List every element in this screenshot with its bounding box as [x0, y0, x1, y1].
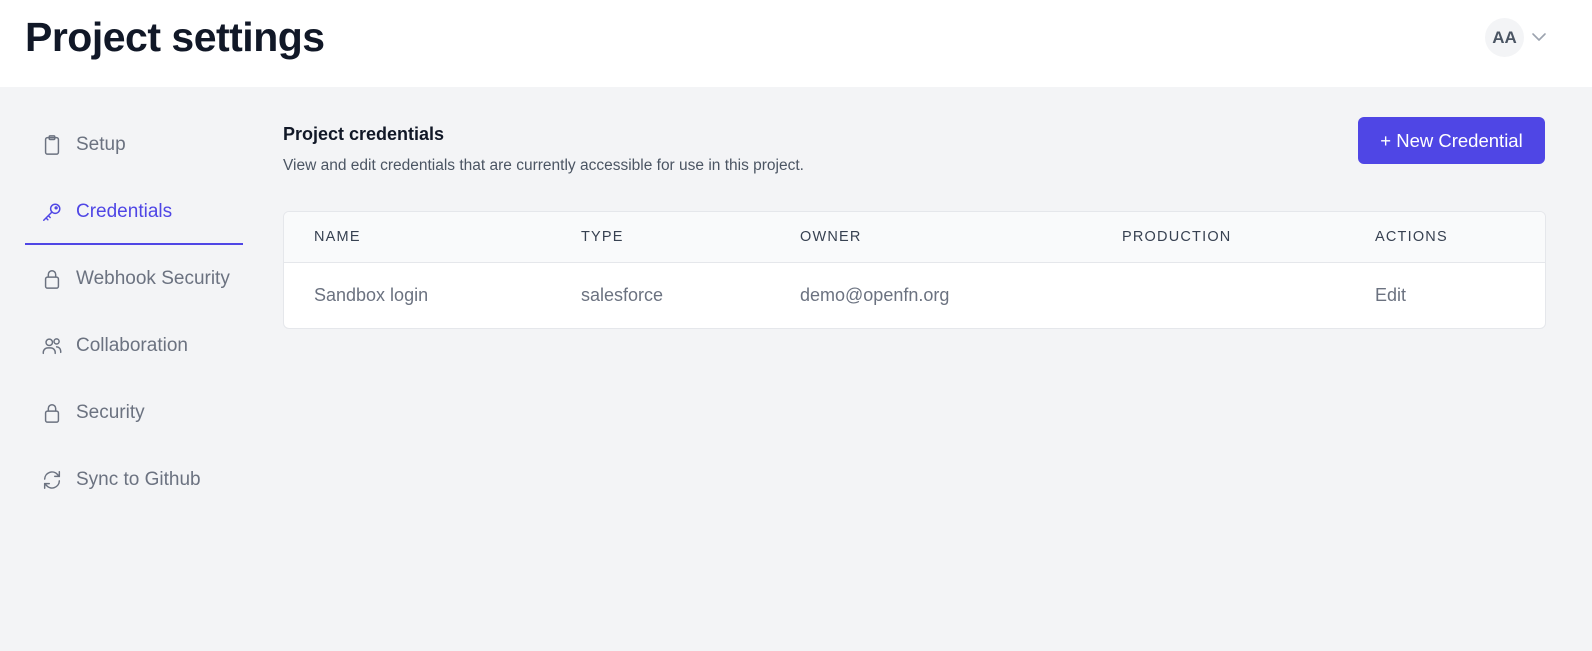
user-avatar[interactable]: AA [1485, 18, 1524, 57]
sidebar-item-setup[interactable]: Setup [25, 111, 243, 178]
sidebar-item-credentials[interactable]: Credentials [25, 178, 243, 245]
sync-icon [41, 469, 63, 491]
users-icon [41, 335, 63, 357]
credential-owner: demo@openfn.org [800, 285, 950, 305]
sidebar-item-label: Collaboration [76, 334, 188, 356]
sidebar-item-sync-to-github[interactable]: Sync to Github [25, 446, 243, 513]
clipboard-icon [41, 134, 63, 156]
sidebar-item-label: Credentials [76, 200, 173, 222]
settings-sidebar: Setup Credentials Webhook Security Colla… [25, 111, 243, 513]
sidebar-item-security[interactable]: Security [25, 379, 243, 446]
page-title: Project settings [25, 14, 325, 60]
sidebar-item-label: Setup [76, 133, 126, 155]
credential-name: Sandbox login [314, 285, 429, 305]
section-description: View and edit credentials that are curre… [283, 157, 804, 174]
column-header-name: Name [314, 229, 361, 245]
column-header-actions: Actions [1375, 229, 1448, 245]
sidebar-item-label: Webhook Security [76, 267, 230, 289]
column-header-owner: Owner [800, 229, 862, 245]
lock-icon [41, 402, 63, 424]
key-icon [41, 201, 63, 223]
credentials-table: Name Type Owner Production Actions Sandb… [283, 211, 1546, 329]
sidebar-item-label: Security [76, 401, 145, 423]
new-credential-button[interactable]: + New Credential [1358, 117, 1545, 164]
chevron-down-icon[interactable] [1531, 29, 1547, 45]
table-header: Name Type Owner Production Actions [284, 212, 1545, 263]
column-header-type: Type [581, 229, 624, 245]
sidebar-item-webhook-security[interactable]: Webhook Security [25, 245, 243, 312]
column-header-production: Production [1122, 229, 1232, 245]
credential-type: salesforce [581, 285, 664, 305]
page-header: Project settings AA [0, 0, 1592, 87]
lock-icon [41, 268, 63, 290]
sidebar-item-label: Sync to Github [76, 468, 201, 490]
table-row: Sandbox login salesforce demo@openfn.org… [284, 263, 1545, 328]
edit-credential-link[interactable]: Edit [1375, 285, 1406, 306]
section-title: Project credentials [283, 124, 445, 144]
sidebar-item-collaboration[interactable]: Collaboration [25, 312, 243, 379]
